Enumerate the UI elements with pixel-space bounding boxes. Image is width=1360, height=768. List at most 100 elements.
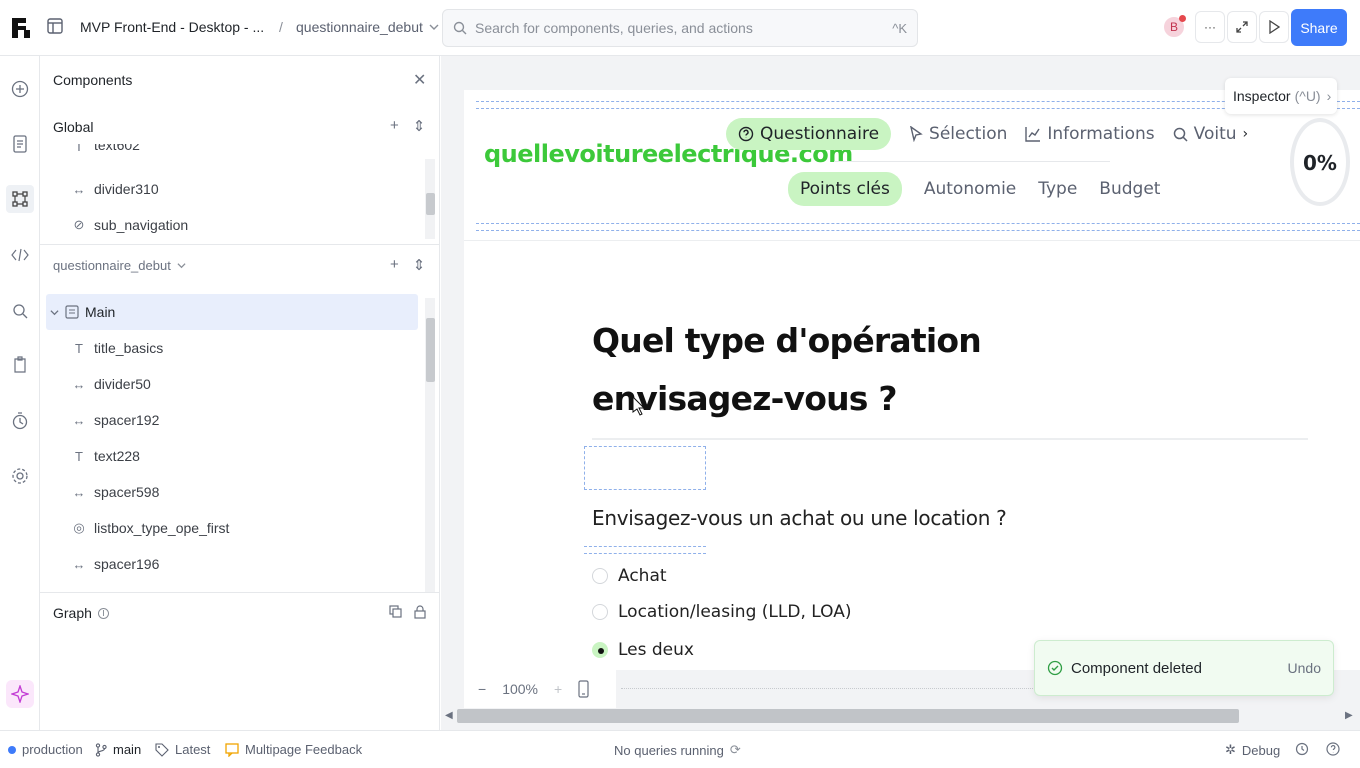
- primary-nav: Questionnaire Sélection Informations Voi…: [726, 118, 1248, 150]
- page-selector[interactable]: questionnaire_debut: [296, 19, 439, 35]
- tree-item[interactable]: ⊘ sub_navigation: [72, 214, 189, 236]
- nav-selection[interactable]: Sélection: [909, 124, 1007, 144]
- subnav-budget[interactable]: Budget: [1099, 179, 1160, 199]
- app-title[interactable]: MVP Front-End - Desktop - ...: [80, 19, 264, 35]
- zoom-in-button[interactable]: +: [554, 681, 562, 697]
- more-button[interactable]: ···: [1195, 11, 1225, 43]
- tree-item[interactable]: ◎ listbox_type_ope_first: [72, 517, 229, 539]
- tree-item[interactable]: ↔ divider50: [72, 373, 151, 395]
- progress-indicator: 0%: [1290, 118, 1350, 206]
- nav-label: Informations: [1047, 124, 1155, 144]
- sort-icon[interactable]: ⇕: [413, 117, 426, 135]
- breadcrumb-separator: /: [279, 19, 283, 35]
- ai-assist-icon[interactable]: [6, 680, 34, 708]
- app-frame[interactable]: quellevoitureelectrique.com Questionnair…: [464, 90, 1360, 670]
- spacer-outline-small[interactable]: [584, 546, 706, 554]
- title-divider[interactable]: [592, 438, 1308, 440]
- question-title[interactable]: Quel type d'opération envisagez-vous ?: [592, 312, 1112, 428]
- tree-item[interactable]: ↔ spacer196: [72, 553, 160, 575]
- close-icon[interactable]: ✕: [413, 70, 426, 90]
- scroll-right-icon[interactable]: ▶: [1345, 710, 1353, 721]
- branch-selector[interactable]: main: [95, 742, 141, 757]
- refresh-icon[interactable]: ⟳: [730, 742, 741, 758]
- radio-button[interactable]: [592, 568, 608, 584]
- zoom-out-button[interactable]: −: [478, 681, 486, 697]
- nav-voitures[interactable]: Voitu ›: [1173, 124, 1248, 144]
- tree-item[interactable]: ↔ spacer598: [72, 481, 160, 503]
- components-icon[interactable]: [6, 185, 34, 213]
- inspector-shortcut: (^U): [1294, 88, 1321, 104]
- graph-section[interactable]: Graph i: [53, 605, 109, 621]
- code-icon[interactable]: [10, 245, 30, 265]
- tree-item-label: spacer598: [94, 484, 160, 500]
- sort-icon[interactable]: ⇕: [413, 256, 426, 274]
- debug-button[interactable]: ✲ Debug: [1225, 742, 1280, 758]
- bottom-spacer-outline[interactable]: [476, 223, 1360, 231]
- page-scroll-thumb[interactable]: [426, 318, 435, 382]
- page-section-label: questionnaire_debut: [53, 258, 171, 273]
- version-selector[interactable]: Latest: [155, 742, 210, 757]
- tree-item[interactable]: ↔ divider310: [72, 178, 159, 200]
- undo-button[interactable]: Undo: [1288, 660, 1321, 676]
- avatar[interactable]: B: [1162, 15, 1186, 39]
- radio-button[interactable]: [592, 604, 608, 620]
- components-panel: Components ✕ Global + ⇕ Ttext602 ↔ divide…: [40, 56, 440, 730]
- search-input[interactable]: Search for components, queries, and acti…: [442, 9, 918, 47]
- panel-title: Components: [53, 72, 133, 88]
- add-global-icon[interactable]: +: [390, 117, 399, 135]
- nav-questionnaire[interactable]: Questionnaire: [726, 118, 892, 150]
- inspector-button[interactable]: Inspector (^U) ›: [1225, 78, 1337, 114]
- tree-item[interactable]: ↔ spacer192: [72, 409, 160, 431]
- help-icon[interactable]: [1326, 742, 1340, 756]
- radio-button-selected[interactable]: [592, 642, 608, 658]
- radio-option-les-deux[interactable]: Les deux: [592, 640, 694, 660]
- search-rail-icon[interactable]: [10, 301, 30, 321]
- zoom-level[interactable]: 100%: [502, 681, 538, 697]
- radio-option-achat[interactable]: Achat: [592, 566, 667, 586]
- horizontal-scroll-thumb[interactable]: [457, 709, 1239, 723]
- search-icon: [1173, 127, 1188, 142]
- radio-option-location[interactable]: Location/leasing (LLD, LOA): [592, 602, 851, 622]
- global-section-label[interactable]: Global: [53, 119, 93, 135]
- state-icon[interactable]: [10, 355, 30, 375]
- tree-item-main[interactable]: Main: [46, 294, 418, 330]
- question-subtitle[interactable]: Envisagez-vous un achat ou une location …: [592, 506, 1007, 530]
- tree-item[interactable]: Ttext228: [72, 445, 140, 467]
- copy-icon[interactable]: [389, 605, 402, 618]
- add-component-icon[interactable]: +: [390, 256, 399, 274]
- preview-button[interactable]: [1259, 11, 1289, 43]
- nav-informations[interactable]: Informations: [1025, 124, 1155, 144]
- search-placeholder: Search for components, queries, and acti…: [475, 20, 753, 36]
- expand-button[interactable]: [1227, 11, 1257, 43]
- tree-item[interactable]: Ttext602: [72, 144, 140, 158]
- canvas[interactable]: quellevoitureelectrique.com Questionnair…: [441, 56, 1360, 730]
- tree-item-label: sub_navigation: [94, 217, 189, 233]
- global-scroll-thumb[interactable]: [426, 193, 435, 215]
- add-icon[interactable]: [10, 79, 30, 99]
- device-icon[interactable]: [578, 680, 589, 698]
- scroll-left-icon[interactable]: ◀: [445, 710, 453, 721]
- retool-logo-icon[interactable]: [10, 16, 32, 40]
- subnav-type[interactable]: Type: [1038, 179, 1077, 199]
- history-status-icon[interactable]: [1295, 742, 1309, 756]
- subnav-points-cles[interactable]: Points clés: [788, 172, 902, 206]
- layout-icon[interactable]: [47, 18, 63, 34]
- subnav-autonomie[interactable]: Autonomie: [924, 179, 1016, 199]
- settings-icon[interactable]: [10, 466, 30, 486]
- spacer-outline[interactable]: [584, 446, 706, 490]
- pages-icon[interactable]: [10, 134, 30, 154]
- site-logo[interactable]: quellevoitureelectrique.com: [484, 134, 853, 175]
- chevron-right-icon[interactable]: ›: [1243, 126, 1249, 142]
- environment-selector[interactable]: production: [8, 742, 83, 757]
- top-bar: MVP Front-End - Desktop - ... / question…: [0, 0, 1360, 56]
- lock-icon[interactable]: [414, 605, 426, 619]
- zoom-controls: − 100% +: [464, 670, 616, 708]
- feedback-link[interactable]: Multipage Feedback: [225, 742, 362, 757]
- share-button[interactable]: Share: [1291, 9, 1347, 46]
- divider-icon: ↔: [72, 181, 86, 197]
- history-icon[interactable]: [10, 411, 30, 431]
- page-section-header[interactable]: questionnaire_debut: [53, 258, 186, 273]
- header-separator: [464, 240, 1360, 241]
- tree-item[interactable]: Ttitle_basics: [72, 337, 163, 359]
- more-icon: ···: [1204, 20, 1216, 34]
